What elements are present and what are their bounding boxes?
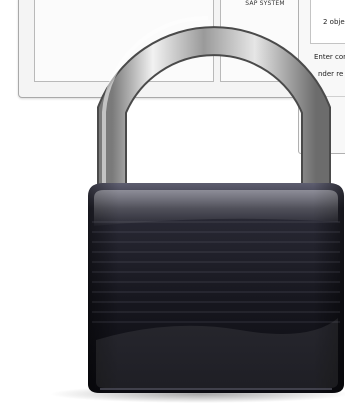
padlock-shackle <box>99 28 329 196</box>
screenshot-canvas: SAP SYSTEM 2 obje Enter cor nder re <box>0 0 345 403</box>
padlock-icon <box>50 15 345 403</box>
